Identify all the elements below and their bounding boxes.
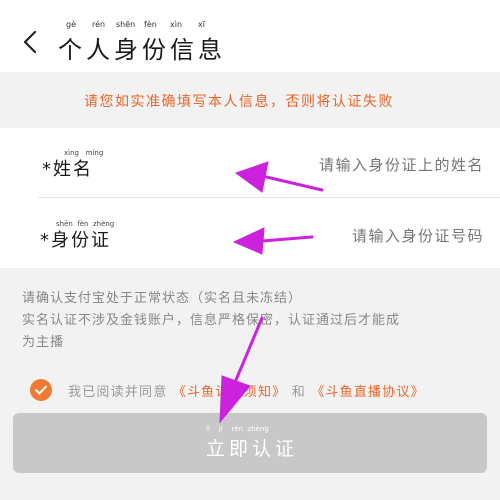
form-divider <box>38 197 500 198</box>
submit-pinyin: lì jí rèn zhèng <box>206 425 269 433</box>
id-card-input[interactable] <box>300 225 484 247</box>
info-line-1: 请确认支付宝处于正常状态（实名且未冻结） <box>22 291 303 306</box>
agreement-row: 我已阅读并同意 《斗鱼认证须知》 和 《斗鱼直播协议》 <box>30 376 470 404</box>
agreement-middle: 和 <box>291 384 306 400</box>
name-input[interactable] <box>270 154 484 176</box>
agreement-prefix: 我已阅读并同意 <box>68 384 168 400</box>
certification-notice-link[interactable]: 《斗鱼认证须知》 <box>173 385 287 400</box>
notice-text: 请您如实准确填写本人信息，否则将认证失败 <box>84 94 394 110</box>
submit-label: 立即认证 <box>206 438 299 460</box>
page-title: 个人身份信息 <box>58 36 226 64</box>
info-line-3: 为主播 <box>22 335 65 350</box>
name-label: *姓名 <box>42 159 93 180</box>
live-protocol-link[interactable]: 《斗鱼直播协议》 <box>311 385 425 400</box>
checkmark-icon[interactable] <box>30 379 52 401</box>
arrow-submit-annotation <box>219 316 264 424</box>
agreement-text: 我已阅读并同意 《斗鱼认证须知》 和 《斗鱼直播协议》 <box>68 381 425 400</box>
info-line-2: 实名认证不涉及金钱账户，信息严格保密，认证通过后才能成 <box>22 313 401 328</box>
chevron-left-icon[interactable] <box>16 24 44 60</box>
id-card-label: *身份证 <box>40 230 111 251</box>
